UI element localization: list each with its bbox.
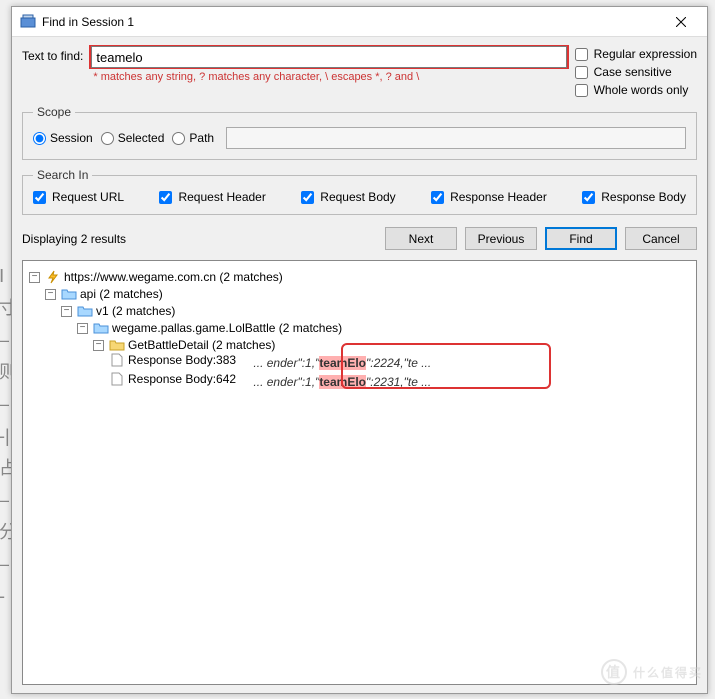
searchin-fieldset: Search In Request URL Request Header Req… [22, 168, 697, 215]
dialog-content: Text to find: * matches any string, ? ma… [12, 37, 707, 693]
tree-label-detail: GetBattleDetail (2 matches) [128, 338, 275, 352]
searchin-legend: Search In [33, 168, 92, 182]
previous-button[interactable]: Previous [465, 227, 537, 250]
find-row: Text to find: * matches any string, ? ma… [22, 45, 697, 97]
scope-legend: Scope [33, 105, 75, 119]
scope-session-label: Session [50, 131, 93, 145]
snippet-highlight: teamElo [319, 356, 366, 370]
tree-result-1[interactable]: Response Body:383 ... ender":1,"teamElo"… [109, 352, 692, 371]
regex-checkbox[interactable]: Regular expression [575, 47, 697, 61]
folder-open-icon [61, 287, 77, 301]
case-checkbox[interactable]: Case sensitive [575, 65, 697, 79]
window-title: Find in Session 1 [42, 15, 659, 29]
snippet-pre: ... ender":1," [253, 356, 319, 370]
results-count: Displaying 2 results [22, 232, 126, 246]
scope-path-input[interactable] [226, 127, 686, 149]
whole-label: Whole words only [594, 83, 689, 97]
cancel-button[interactable]: Cancel [625, 227, 697, 250]
results-tree-panel: −https://www.wegame.com.cn (2 matches) −… [22, 260, 697, 685]
app-icon [20, 14, 36, 30]
titlebar: Find in Session 1 [12, 7, 707, 37]
folder-icon [109, 338, 125, 352]
reqheader-label: Request Header [178, 190, 265, 204]
tree-node-v1[interactable]: −v1 (2 matches) −wegame.pallas.game.LolB… [61, 301, 692, 393]
find-hint: * matches any string, ? matches any char… [89, 71, 568, 83]
case-label: Case sensitive [594, 65, 672, 79]
scope-session-radio[interactable]: Session [33, 131, 93, 145]
tree-label-v1: v1 (2 matches) [96, 304, 175, 318]
close-icon [676, 17, 686, 27]
find-options: Regular expression Case sensitive Whole … [575, 45, 697, 97]
collapse-icon[interactable]: − [77, 323, 88, 334]
reqbody-label: Request Body [320, 190, 395, 204]
resheader-label: Response Header [450, 190, 547, 204]
scope-path-radio[interactable]: Path [172, 131, 214, 145]
collapse-icon[interactable]: − [29, 272, 40, 283]
find-button[interactable]: Find [545, 227, 617, 250]
resbody-checkbox[interactable]: Response Body [582, 190, 686, 204]
results-bar: Displaying 2 results Next Previous Find … [22, 227, 697, 250]
tree-result-1-snippet: ... ender":1,"teamElo":2224,"te ... [253, 356, 431, 370]
file-icon [109, 353, 125, 367]
scope-path-label: Path [189, 131, 214, 145]
find-input-highlight [89, 45, 568, 69]
snippet-highlight: teamElo [319, 375, 366, 389]
close-button[interactable] [659, 7, 703, 37]
whole-checkbox[interactable]: Whole words only [575, 83, 697, 97]
snippet-post: ":2224,"te ... [366, 356, 431, 370]
next-button[interactable]: Next [385, 227, 457, 250]
tree-label-root: https://www.wegame.com.cn (2 matches) [64, 270, 283, 284]
collapse-icon[interactable]: − [93, 340, 104, 351]
snippet-pre: ... ender":1," [253, 375, 319, 389]
find-label: Text to find: [22, 45, 83, 63]
resbody-label: Response Body [601, 190, 686, 204]
tree-result-2-label: Response Body:642 [128, 372, 236, 386]
collapse-icon[interactable]: − [45, 289, 56, 300]
results-tree: −https://www.wegame.com.cn (2 matches) −… [27, 267, 692, 395]
tree-result-2-snippet: ... ender":1,"teamElo":2231,"te ... [253, 375, 431, 389]
tree-node-battle[interactable]: −wegame.pallas.game.LolBattle (2 matches… [77, 318, 692, 392]
reqbody-checkbox[interactable]: Request Body [301, 190, 395, 204]
scope-fieldset: Scope Session Selected Path [22, 105, 697, 160]
resheader-checkbox[interactable]: Response Header [431, 190, 547, 204]
tree-node-detail[interactable]: − GetBattleDetail (2 matches) Response Bo… [93, 335, 692, 391]
tree-node-api[interactable]: −api (2 matches) −v1 (2 matches) −wegame… [45, 284, 692, 394]
find-dialog: Find in Session 1 Text to find: * matche… [11, 6, 708, 694]
folder-open-icon [93, 321, 109, 335]
tree-node-root[interactable]: −https://www.wegame.com.cn (2 matches) −… [29, 267, 692, 395]
bolt-icon [45, 270, 61, 284]
requrl-checkbox[interactable]: Request URL [33, 190, 124, 204]
scope-selected-label: Selected [118, 131, 165, 145]
tree-label-api: api (2 matches) [80, 287, 163, 301]
reqheader-checkbox[interactable]: Request Header [159, 190, 265, 204]
tree-result-2[interactable]: Response Body:642 ... ender":1,"teamElo"… [109, 371, 692, 390]
tree-result-1-label: Response Body:383 [128, 353, 236, 367]
find-input[interactable] [91, 46, 566, 68]
scope-selected-radio[interactable]: Selected [101, 131, 165, 145]
collapse-icon[interactable]: − [61, 306, 72, 317]
regex-label: Regular expression [594, 47, 697, 61]
file-icon [109, 372, 125, 386]
snippet-post: ":2231,"te ... [366, 375, 431, 389]
requrl-label: Request URL [52, 190, 124, 204]
folder-open-icon [77, 304, 93, 318]
tree-label-battle: wegame.pallas.game.LolBattle (2 matches) [112, 321, 342, 335]
